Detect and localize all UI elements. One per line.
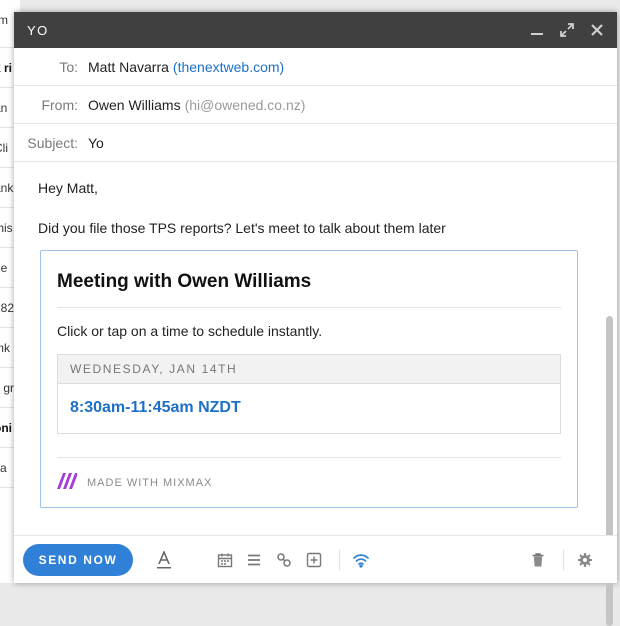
- to-row[interactable]: To: Matt Navarra (thenextweb.com): [14, 48, 617, 86]
- mixmax-footer[interactable]: MADE WITH MIXMAX: [57, 473, 212, 492]
- message-greeting: Hey Matt,: [38, 180, 98, 196]
- close-icon[interactable]: [589, 22, 605, 38]
- compose-window: YO To: Matt Navarra (thenextweb.com) Fro…: [14, 12, 617, 626]
- trash-icon[interactable]: [529, 551, 547, 569]
- divider: [57, 457, 561, 458]
- slot-day: WEDNESDAY, JAN 14TH: [58, 355, 560, 384]
- meeting-card-title: Meeting with Owen Williams: [57, 271, 312, 292]
- window-title: YO: [27, 22, 49, 38]
- time-slot-box: WEDNESDAY, JAN 14TH 8:30am-11:45am NZDT: [57, 354, 561, 434]
- divider: [563, 550, 564, 570]
- minimize-icon[interactable]: [529, 22, 545, 38]
- subject-row[interactable]: Subject: Yo: [14, 124, 617, 162]
- gear-icon[interactable]: [576, 551, 594, 569]
- subject-label: Subject:: [27, 134, 78, 151]
- message-line: Did you file those TPS reports? Let's me…: [38, 220, 446, 236]
- send-now-button[interactable]: SEND NOW: [23, 543, 133, 576]
- from-row[interactable]: From: Owen Williams (hi@owened.co.nz): [14, 86, 617, 124]
- divider: [339, 550, 340, 570]
- list-icon[interactable]: [245, 551, 263, 569]
- from-sender-email: (hi@owened.co.nz): [184, 96, 306, 113]
- expand-icon[interactable]: [559, 22, 575, 38]
- divider: [57, 307, 561, 308]
- compose-titlebar[interactable]: YO: [14, 12, 617, 48]
- from-sender-name[interactable]: Owen Williams: [88, 97, 181, 113]
- link-icon[interactable]: [275, 551, 293, 569]
- subject-input[interactable]: Yo: [88, 135, 104, 151]
- meeting-card-hint: Click or tap on a time to schedule insta…: [57, 323, 323, 339]
- tracking-wifi-icon[interactable]: [352, 551, 370, 569]
- meeting-card: Meeting with Owen Williams Click or tap …: [40, 250, 578, 508]
- to-recipient-name[interactable]: Matt Navarra: [88, 59, 169, 75]
- insert-plus-icon[interactable]: [305, 551, 323, 569]
- calendar-icon[interactable]: [216, 551, 234, 569]
- mixmax-footer-label: MADE WITH MIXMAX: [87, 476, 213, 489]
- to-label: To:: [59, 58, 78, 75]
- mixmax-logo-icon: [57, 473, 77, 492]
- compose-toolbar: SEND NOW: [14, 535, 617, 583]
- time-slot-link[interactable]: 8:30am-11:45am NZDT: [58, 384, 560, 417]
- to-recipient-detail[interactable]: (thenextweb.com): [173, 59, 284, 75]
- from-label: From:: [41, 96, 78, 113]
- text-format-icon[interactable]: [155, 551, 173, 569]
